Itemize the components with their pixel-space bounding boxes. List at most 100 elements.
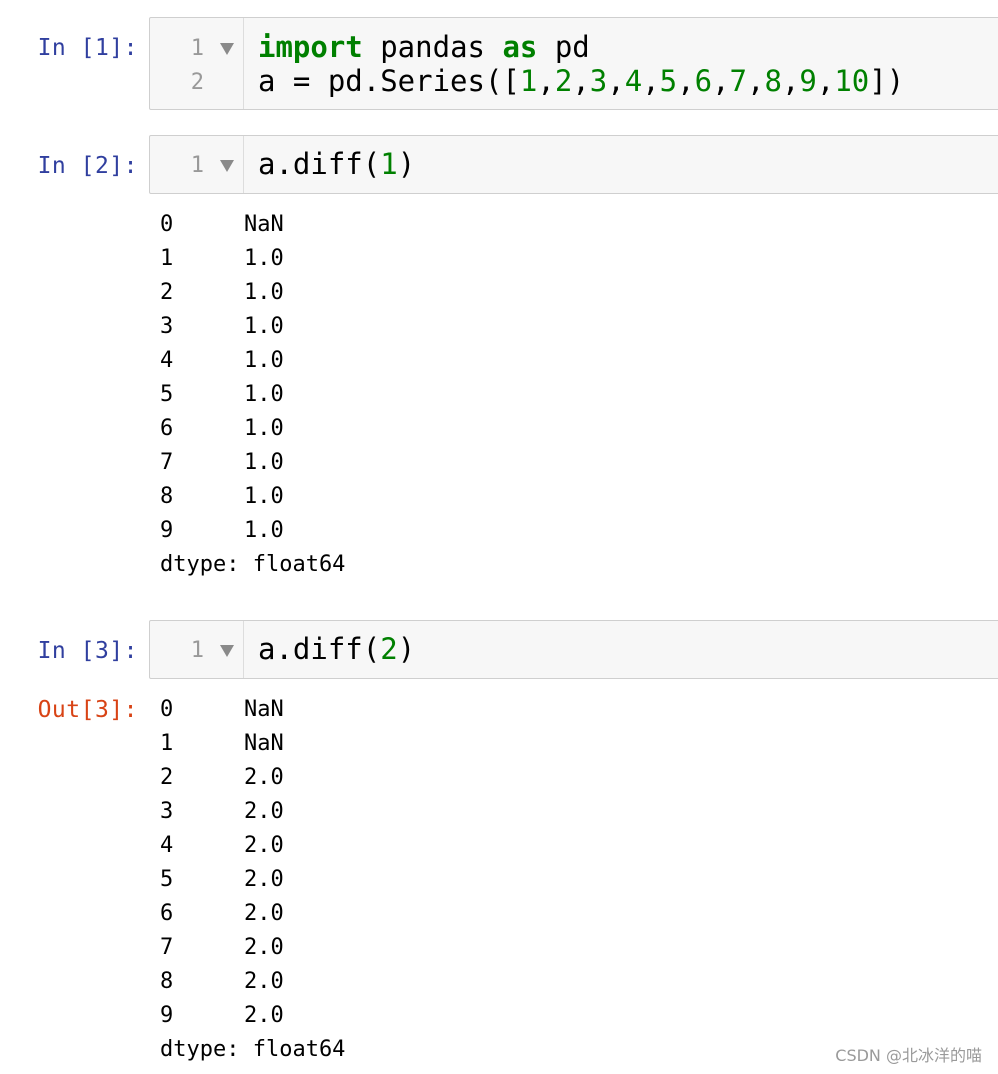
output-row: 7 1.0 [160, 446, 345, 480]
row-index: 7 [160, 450, 174, 475]
cell-3-input[interactable]: 1 a.diff(2) [149, 620, 998, 679]
code-text: , [642, 64, 660, 98]
row-value: 1.0 [244, 450, 284, 475]
row-index: 5 [160, 867, 174, 892]
output-row: 4 1.0 [160, 344, 345, 378]
row-index: 6 [160, 901, 174, 926]
fold-arrow-icon[interactable] [220, 645, 234, 657]
output-row: 0 NaN [160, 693, 345, 727]
row-index: 1 [160, 246, 174, 271]
code-number: 2 [380, 632, 398, 666]
output-dtype: dtype: float64 [160, 552, 346, 577]
row-value: 2.0 [244, 833, 284, 858]
output-rows: 0 NaN 1 NaN 2 2.0 3 2.0 4 2.0 5 2.0 6 2.0 7 2.0 8 2.0 9 2.0 [160, 693, 345, 1033]
row-index: 3 [160, 314, 174, 339]
output-row: 7 2.0 [160, 931, 345, 965]
line-number-gutter: 1 [150, 621, 244, 678]
code-text: , [607, 64, 625, 98]
code-text: ) [397, 147, 416, 181]
output-row: 8 2.0 [160, 965, 345, 999]
row-value: 1.0 [244, 518, 284, 543]
output-row: 6 1.0 [160, 412, 345, 446]
code-text: , [677, 64, 695, 98]
notebook-page: In [1]: 1 2 import pandas as pd a = pd.S… [0, 0, 998, 1074]
code-text: a = pd.Series([ [258, 64, 520, 98]
line-number: 1 [190, 36, 204, 61]
row-index: 9 [160, 518, 174, 543]
cell-1-input[interactable]: 1 2 import pandas as pd a = pd.Series([1… [149, 17, 998, 110]
code-number: 7 [729, 64, 747, 98]
watermark: CSDN @北冰洋的喵 [835, 1046, 982, 1065]
code-number: 10 [834, 64, 870, 98]
code-number: 3 [589, 64, 608, 98]
row-value: 1.0 [244, 348, 284, 373]
code-number: 1 [380, 147, 398, 181]
code-number: 1 [519, 64, 538, 98]
row-value: 1.0 [244, 484, 284, 509]
code-keyword: as [502, 30, 538, 64]
row-value: 2.0 [244, 765, 284, 790]
cell-2-in-prompt: In [2]: [37, 153, 138, 179]
row-index: 1 [160, 731, 174, 756]
output-row: 9 2.0 [160, 999, 345, 1033]
code-line: a.diff(2) [258, 632, 415, 666]
cell-2-input[interactable]: 1 a.diff(1) [149, 135, 998, 194]
row-value: 2.0 [244, 935, 284, 960]
row-value: 2.0 [244, 901, 284, 926]
row-index: 8 [160, 969, 174, 994]
code-text: ]) [869, 64, 905, 98]
row-index: 4 [160, 833, 174, 858]
output-row: 2 2.0 [160, 761, 345, 795]
code-text: a.diff( [258, 632, 381, 666]
cell-2-output: 0 NaN 1 1.0 2 1.0 3 1.0 4 1.0 5 1.0 6 1.0 7 1.0 8 1.0 9 1.0… [160, 208, 345, 582]
output-row: 1 1.0 [160, 242, 345, 276]
line-number: 1 [190, 638, 204, 663]
row-value: 1.0 [244, 246, 284, 271]
output-row: 6 2.0 [160, 897, 345, 931]
code-text: pandas [362, 30, 503, 64]
code-text: , [537, 64, 555, 98]
output-row: 1 NaN [160, 727, 345, 761]
row-value: NaN [244, 697, 284, 722]
row-index: 2 [160, 280, 174, 305]
cell-3-out-prompt: Out[3]: [37, 697, 138, 723]
code-number: 4 [624, 64, 643, 98]
code-line: a.diff(1) [258, 147, 415, 181]
fold-arrow-icon[interactable] [220, 160, 234, 172]
row-value: 2.0 [244, 799, 284, 824]
row-value: 2.0 [244, 1003, 284, 1028]
code-number: 6 [694, 64, 713, 98]
output-dtype: dtype: float64 [160, 1037, 346, 1062]
code-text: , [816, 64, 835, 98]
code-line: a = pd.Series([1,2,3,4,5,6,7,8,9,10]) [258, 64, 904, 98]
row-index: 5 [160, 382, 174, 407]
line-number: 2 [190, 70, 204, 95]
row-index: 7 [160, 935, 174, 960]
fold-arrow-icon[interactable] [220, 43, 234, 55]
output-row: 5 1.0 [160, 378, 345, 412]
row-value: NaN [244, 212, 284, 237]
code-number: 8 [764, 64, 782, 98]
cell-3-output: 0 NaN 1 NaN 2 2.0 3 2.0 4 2.0 5 2.0 6 2.0 7 2.0 8 2.0 9 2.0… [160, 693, 345, 1067]
code-text: , [712, 64, 730, 98]
output-row: 3 2.0 [160, 795, 345, 829]
row-value: 1.0 [244, 280, 284, 305]
row-value: 1.0 [244, 382, 284, 407]
row-value: 1.0 [244, 314, 284, 339]
row-value: 2.0 [244, 867, 284, 892]
output-row: 2 1.0 [160, 276, 345, 310]
code-number: 5 [659, 64, 678, 98]
code-text: ) [397, 632, 416, 666]
row-index: 9 [160, 1003, 174, 1028]
code-text: pd [537, 30, 590, 64]
code-text: , [747, 64, 765, 98]
output-row: 4 2.0 [160, 829, 345, 863]
cell-1-in-prompt: In [1]: [37, 35, 138, 61]
code-number: 2 [554, 64, 573, 98]
output-row: 5 2.0 [160, 863, 345, 897]
row-index: 8 [160, 484, 174, 509]
line-number-gutter: 1 [150, 136, 244, 193]
code-text: , [572, 64, 590, 98]
line-number-gutter: 1 2 [150, 18, 244, 109]
row-index: 0 [160, 212, 174, 237]
